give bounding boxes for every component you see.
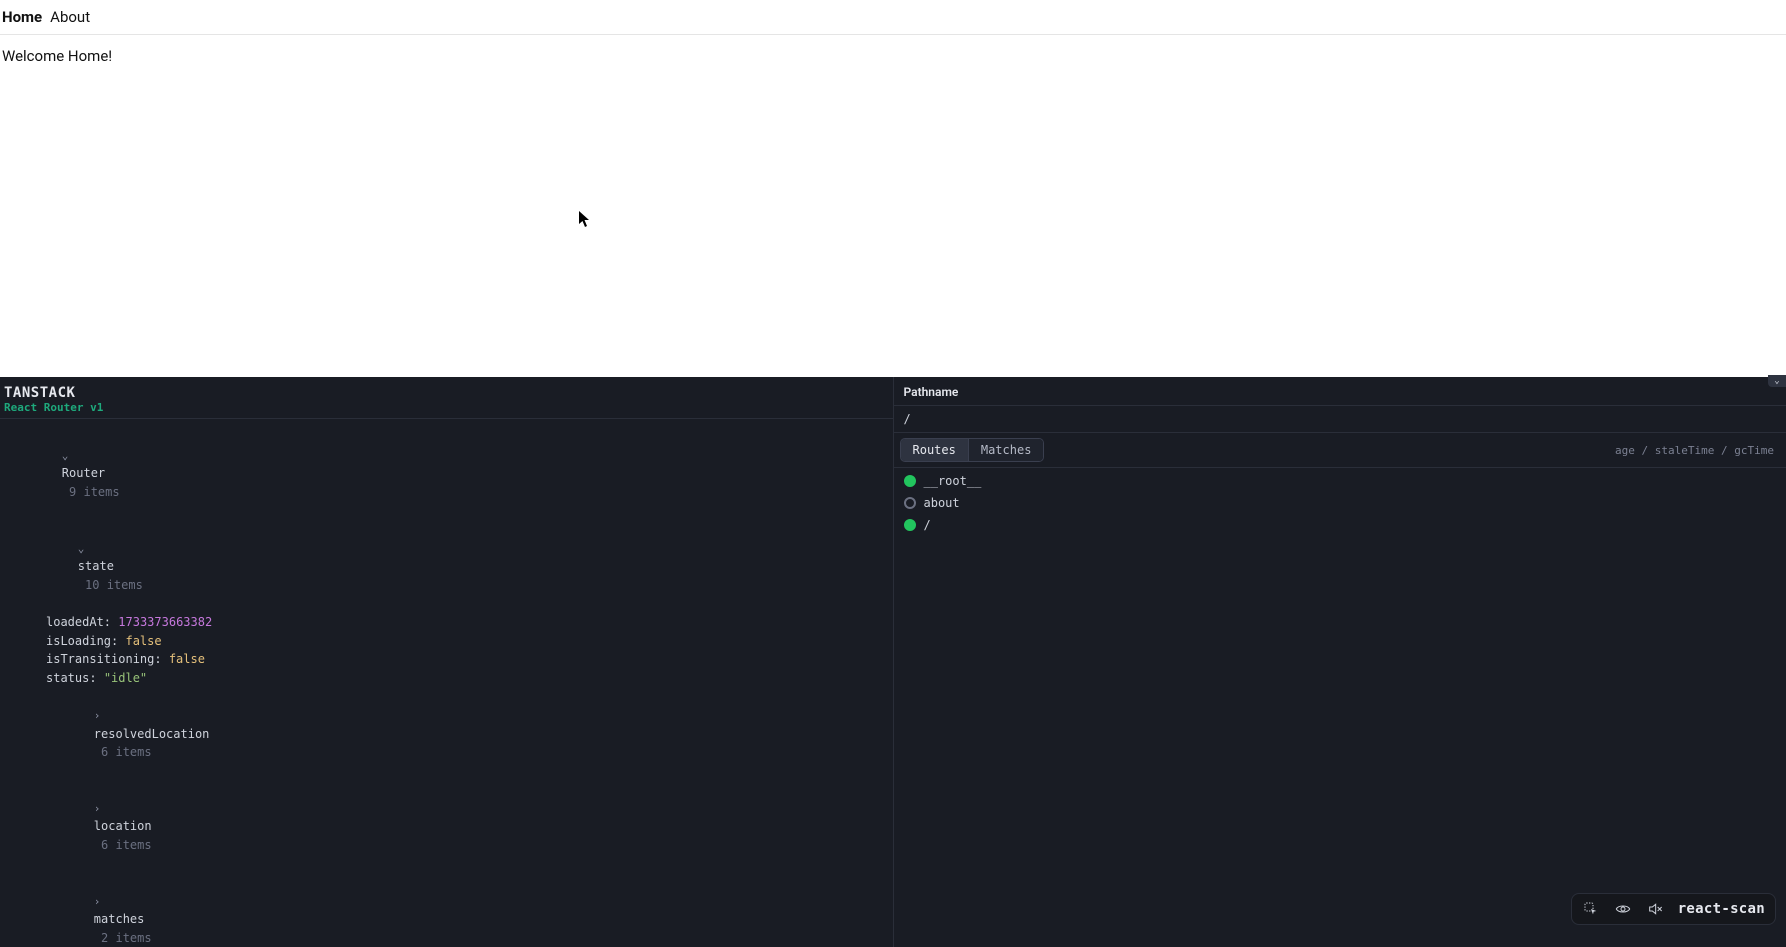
tab-routes[interactable]: Routes — [901, 439, 968, 461]
devtools-brand-row: TANSTACK React Router v1 — [0, 377, 893, 419]
pathname-header: Pathname — [894, 377, 1786, 406]
route-name: about — [924, 496, 960, 510]
welcome-text: Welcome Home! — [2, 47, 112, 65]
chevron-down-icon[interactable] — [78, 539, 88, 558]
chevron-right-icon[interactable] — [94, 706, 104, 725]
tree-val: 1733373663382 — [118, 615, 212, 629]
tree-meta: 9 items — [69, 485, 120, 499]
tree-val: "idle" — [104, 671, 147, 685]
tree-key: resolvedLocation — [94, 727, 210, 741]
page-content: Welcome Home! — [0, 35, 1786, 77]
tree-key: isLoading: — [46, 634, 118, 648]
nav-home-link[interactable]: Home — [2, 8, 42, 26]
devtools-tabs-row: Routes Matches age / staleTime / gcTime — [894, 433, 1786, 468]
status-dot-icon — [904, 497, 916, 509]
tree-key-state: state — [78, 559, 114, 573]
nav-about-link[interactable]: About — [50, 8, 90, 26]
route-name: / — [924, 518, 931, 532]
tree-key: isTransitioning: — [46, 652, 162, 666]
mouse-cursor-icon — [578, 210, 590, 228]
tree-val: false — [125, 634, 161, 648]
tree-meta: 6 items — [101, 838, 152, 852]
status-dot-icon — [904, 519, 916, 531]
devtools-brand: TANSTACK — [4, 385, 889, 401]
tree-meta: 2 items — [101, 931, 152, 945]
router-devtools-panel: ⌄ TANSTACK React Router v1 Router 9 item… — [0, 377, 1786, 947]
tree-key: loadedAt: — [46, 615, 111, 629]
route-item-index[interactable]: / — [894, 514, 1786, 536]
tree-val: false — [169, 652, 205, 666]
chevron-down-icon[interactable] — [62, 446, 72, 465]
pathname-value: / — [894, 406, 1786, 433]
tree-key: location — [94, 819, 152, 833]
tree-key: matches — [94, 912, 145, 926]
route-item-root[interactable]: __root__ — [894, 470, 1786, 492]
devtools-collapse-button[interactable]: ⌄ — [1768, 375, 1786, 387]
top-nav: Home About — [0, 0, 1786, 35]
tab-matches[interactable]: Matches — [968, 439, 1044, 461]
route-name: __root__ — [924, 474, 982, 488]
react-scan-toolbar[interactable]: react-scan — [1571, 893, 1776, 925]
chevron-right-icon[interactable] — [94, 799, 104, 818]
devtools-right-pane: Pathname / Routes Matches age / staleTim… — [894, 377, 1786, 947]
tree-key: status: — [46, 671, 97, 685]
route-item-about[interactable]: about — [894, 492, 1786, 514]
chevron-right-icon[interactable] — [94, 892, 104, 911]
status-dot-icon — [904, 475, 916, 487]
inspect-icon[interactable] — [1582, 900, 1600, 918]
tree-key-router: Router — [62, 466, 105, 480]
sound-off-icon[interactable] — [1646, 900, 1664, 918]
router-state-tree[interactable]: Router 9 items state 10 items loadedAt: … — [0, 419, 893, 947]
eye-icon[interactable] — [1614, 900, 1632, 918]
tree-meta: 6 items — [101, 745, 152, 759]
devtools-left-pane: TANSTACK React Router v1 Router 9 items … — [0, 377, 894, 947]
route-list: __root__ about / — [894, 468, 1786, 538]
react-scan-label: react-scan — [1678, 901, 1765, 917]
tree-meta: 10 items — [85, 578, 143, 592]
devtools-brand-sub: React Router v1 — [4, 401, 889, 414]
devtools-columns-hint: age / staleTime / gcTime — [1615, 444, 1780, 457]
devtools-tab-group: Routes Matches — [900, 438, 1045, 462]
